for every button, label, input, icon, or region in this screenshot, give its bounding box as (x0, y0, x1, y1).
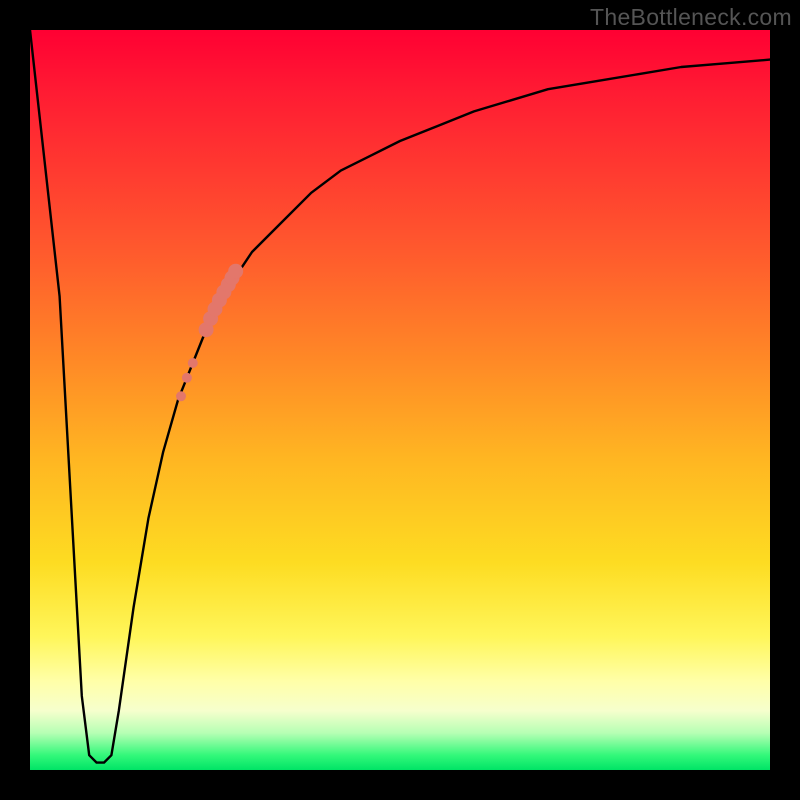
marker-dot (188, 358, 198, 368)
marker-dot (228, 264, 243, 279)
watermark-text: TheBottleneck.com (590, 4, 792, 31)
bottleneck-curve (30, 30, 770, 763)
plot-area (30, 30, 770, 770)
chart-frame: TheBottleneck.com (0, 0, 800, 800)
marker-dot (182, 373, 192, 383)
chart-overlay (30, 30, 770, 770)
marker-band (176, 264, 243, 402)
marker-dot (176, 391, 186, 401)
